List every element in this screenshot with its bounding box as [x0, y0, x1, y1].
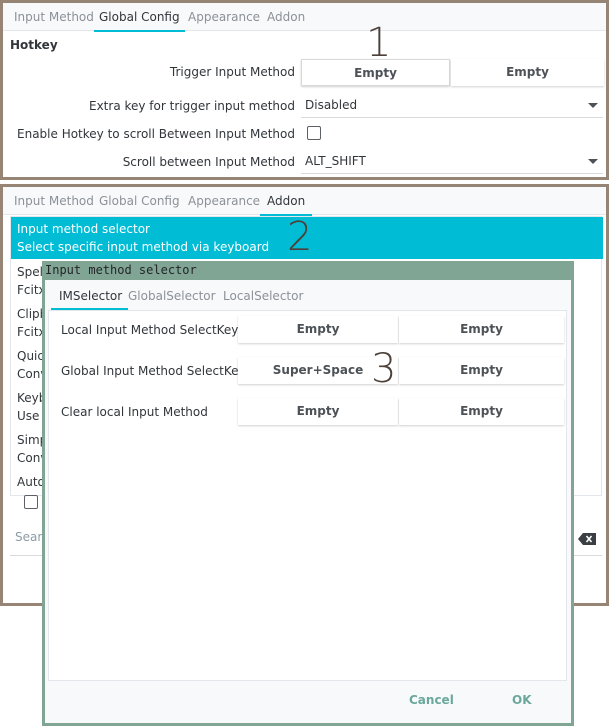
clear-local-im-button-2[interactable]: Empty [399, 398, 564, 425]
tab-bar: Input Method Global Config Appearance Ad… [3, 3, 606, 32]
annotation-number-2: 2 [287, 214, 313, 260]
hotkey-section-title: Hotkey [10, 38, 58, 52]
list-item-title: Keyb [17, 391, 47, 405]
cancel-button[interactable]: Cancel [409, 693, 454, 707]
dialog-title: Input method selector [45, 263, 197, 277]
global-selectkey-button-2[interactable]: Empty [399, 357, 564, 384]
tab-addon[interactable]: Addon [262, 3, 310, 31]
tab-globalselector[interactable]: GlobalSelector [123, 280, 221, 310]
trigger-input-method-label: Trigger Input Method [169, 65, 295, 79]
dialog-body: IMSelector GlobalSelector LocalSelector … [45, 280, 571, 723]
chevron-down-icon [588, 159, 598, 164]
global-selectkey-label: Global Input Method SelectKey [61, 364, 246, 378]
tab-appearance[interactable]: Appearance [183, 187, 265, 215]
clear-local-im-button-1[interactable]: Empty [238, 398, 398, 425]
list-item-title: Simp [17, 433, 48, 447]
extra-key-combobox[interactable]: Disabled [301, 94, 603, 118]
tab-global-config[interactable]: Global Config [94, 187, 185, 215]
tab-localselector[interactable]: LocalSelector [218, 280, 308, 310]
list-item-description: Use K [17, 409, 51, 423]
local-selectkey-button-2[interactable]: Empty [399, 316, 564, 343]
tab-addon[interactable]: Addon [260, 187, 313, 216]
advanced-checkbox[interactable] [24, 495, 38, 509]
trigger-key-button-2[interactable]: Empty [451, 59, 604, 86]
extra-key-label: Extra key for trigger input method [89, 99, 295, 113]
trigger-key-button-1[interactable]: Empty [301, 59, 450, 86]
tab-appearance[interactable]: Appearance [183, 3, 265, 31]
tab-input-method[interactable]: Input Method [9, 187, 99, 215]
list-item-description: Fcitx [17, 283, 46, 297]
chevron-down-icon [588, 103, 598, 108]
scroll-input-method-label: Scroll between Input Method [122, 155, 295, 169]
list-item-title: Auto [17, 475, 45, 489]
enable-scroll-hotkey-label: Enable Hotkey to scroll Between Input Me… [17, 127, 295, 141]
tab-bar: Input Method Global Config Appearance Ad… [3, 187, 606, 216]
list-item-title: Spell [17, 265, 47, 279]
list-item-description: Fcitx [17, 325, 46, 339]
list-item-description: Conv [17, 367, 48, 381]
clear-local-im-label: Clear local Input Method [61, 405, 208, 419]
tab-global-config[interactable]: Global Config [94, 3, 185, 32]
list-item-title: Quick [17, 349, 51, 363]
tab-input-method[interactable]: Input Method [9, 3, 99, 31]
scroll-input-method-value: ALT_SHIFT [305, 154, 366, 168]
enable-scroll-hotkey-checkbox[interactable] [307, 126, 321, 140]
local-selectkey-button-1[interactable]: Empty [238, 316, 398, 343]
extra-key-value: Disabled [305, 98, 358, 112]
annotation-number-3: 3 [371, 346, 397, 392]
list-item-title: Clipb [17, 307, 48, 321]
dialog-content: Local Input Method SelectKey Empty Empty… [48, 310, 567, 681]
scroll-input-method-combobox[interactable]: ALT_SHIFT [301, 150, 603, 174]
tab-imselector[interactable]: IMSelector [51, 280, 129, 310]
backspace-clear-icon[interactable] [578, 533, 596, 545]
local-selectkey-label: Local Input Method SelectKey [61, 323, 239, 337]
input-method-selector-dialog: Input method selector IMSelector GlobalS… [42, 261, 574, 726]
list-item-description: Conv [17, 451, 48, 465]
annotation-number-1: 1 [366, 20, 392, 66]
dialog-tab-bar: IMSelector GlobalSelector LocalSelector [45, 280, 571, 310]
global-config-panel: Input Method Global Config Appearance Ad… [0, 0, 609, 180]
ok-button[interactable]: OK [512, 693, 532, 707]
